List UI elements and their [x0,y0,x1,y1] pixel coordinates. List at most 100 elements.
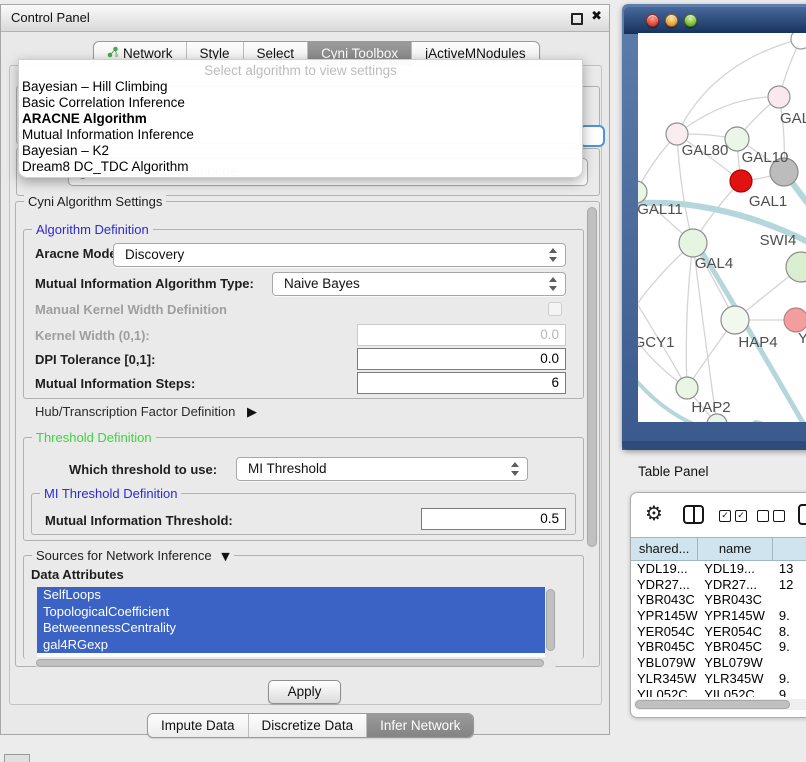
dropdown-item[interactable]: ARACNE Algorithm [19,111,582,127]
dropdown-item[interactable]: Basic Correlation Inference [19,95,582,111]
list-hscrollbar-thumb[interactable] [36,659,544,667]
dropdown-item[interactable]: Bayesian – K2 [19,143,582,159]
gear-icon[interactable]: ⚙ [645,501,663,525]
list-item[interactable]: TopologicalCoefficient [37,604,545,621]
table-mode-icon[interactable] [798,504,806,525]
network-node-gal10[interactable] [725,127,749,151]
table-cell: 13 [773,561,806,577]
combo-stepper-icon [549,247,558,263]
mi-steps-field[interactable]: 6 [357,372,566,394]
node-label: GAL10 [742,149,789,166]
combo-stepper-icon [549,276,558,292]
table-row[interactable]: YER054CYER054C8. [631,624,806,640]
table-row[interactable]: YDL19...YDL19...13 [631,561,806,577]
window-close-button[interactable] [646,14,659,27]
table-body: YDL19...YDL19...13YDR27...YDR27...12YBR0… [631,561,806,697]
kernel-width-field[interactable]: 0.0 [357,324,566,346]
network-node-gal11[interactable] [638,181,647,203]
table-row[interactable]: YBR045CYBR045C9. [631,639,806,655]
list-item[interactable]: BetweennessCentrality [37,620,545,637]
dropdown-item[interactable]: Bayesian – Hill Climbing [19,79,582,95]
network-node[interactable] [791,33,806,49]
list-item[interactable]: SelfLoops [37,587,545,604]
table-row[interactable]: YPR145WYPR145W9. [631,608,806,624]
table-row[interactable]: YBR043CYBR043C [631,592,806,608]
combo-stepper-icon [511,461,520,477]
apply-button[interactable]: Apply [268,680,341,704]
screen: Control Panel ✖ NetworkStyleSelectCyni T… [0,0,806,762]
manual-kernel-checkbox[interactable] [548,302,562,316]
panel-title: Control Panel [11,5,90,31]
network-edge[interactable] [638,323,687,388]
tab-impute-data[interactable]: Impute Data [148,714,248,737]
network-node-gal1[interactable] [730,170,752,192]
aracne-mode-label: Aracne Mode: [35,246,121,261]
table-cell: YPR145W [698,608,773,624]
window-minimize-button[interactable] [665,14,678,27]
tab-infer-network[interactable]: Infer Network [366,714,473,737]
table-row[interactable]: YLR345WYLR345W9. [631,671,806,687]
data-attributes-label: Data Attributes [31,567,124,582]
column-header[interactable]: name [698,538,773,560]
table-cell: 12 [773,577,806,593]
data-attributes-list[interactable]: SelfLoopsTopologicalCoefficientBetweenne… [37,587,545,657]
list-scrollbar-thumb[interactable] [546,589,555,651]
which-threshold-combo[interactable]: MI Threshold [236,457,528,481]
network-edge[interactable] [677,97,779,134]
window-zoom-button[interactable] [684,14,697,27]
node-label: SWI4 [760,232,797,249]
mi-threshold-label: Mutual Information Threshold: [45,513,233,528]
network-node-hap4[interactable] [721,306,749,334]
node-label: HAP4 [738,334,777,351]
dropdown-item[interactable]: Dream8 DC_TDC Algorithm [19,159,582,175]
table-cell: YER054C [631,624,698,640]
table-cell: YBL079W [631,655,698,671]
dpi-tolerance-field[interactable]: 0.0 [357,348,566,370]
node-label: GCY1 [638,334,674,351]
column-header[interactable] [773,538,806,560]
network-node-y[interactable] [784,308,806,332]
deselect-all-checkboxes-icon[interactable] [757,510,785,522]
column-header[interactable]: shared... [631,538,698,560]
hub-definition-expander[interactable]: Hub/Transcription Factor Definition ▶ [35,404,257,420]
network-graph[interactable]: GALGAL80GAL10GAL1GAL11SWI4GAL4GCY1HAP4YH… [638,33,806,422]
table-cell: YIL052C [698,687,773,698]
close-panel-icon[interactable]: ✖ [591,9,602,24]
table-row[interactable]: YIL052CYIL052C9 [631,687,806,698]
table-cell [773,592,806,608]
expand-arrow-icon[interactable]: ▶ [247,405,257,420]
tab-discretize-data[interactable]: Discretize Data [248,714,367,737]
group-title: Sources for Network Inference ▼ [32,548,234,564]
table-hscrollbar-thumb[interactable] [635,700,790,709]
collapse-arrow-icon[interactable]: ▼ [221,549,229,564]
table-row[interactable]: YBL079WYBL079W [631,655,806,671]
table-header-row: shared...name [631,537,806,561]
table-cell: YLR345W [631,671,698,687]
network-edge[interactable] [686,243,693,388]
settings-scrollbar-thumb[interactable] [587,207,597,547]
select-all-checkboxes-icon[interactable]: ✓✓ [719,510,747,522]
float-panel-icon[interactable] [571,13,583,25]
kernel-width-label: Kernel Width (0,1): [35,328,150,343]
list-item[interactable]: gal4RGexp [37,637,545,654]
table-cell: YDL19... [631,561,698,577]
network-canvas[interactable]: GALGAL80GAL10GAL1GAL11SWI4GAL4GCY1HAP4YH… [638,33,806,422]
table-row[interactable]: YDR27...YDR27...12 [631,577,806,593]
mi-threshold-field[interactable]: 0.5 [421,508,566,530]
network-node-gal[interactable] [768,86,790,108]
node-label: Y [798,330,806,347]
network-node-gal4[interactable] [679,229,707,257]
collapsed-panel-chip[interactable] [4,754,30,762]
mi-type-combo[interactable]: Naive Bayes [272,272,566,296]
aracne-mode-combo[interactable]: Discovery [113,243,566,267]
table-cell: YDR27... [698,577,773,593]
dropdown-item[interactable]: Mutual Information Inference [19,127,582,143]
table-cell: YDR27... [631,577,698,593]
table-cell [773,655,806,671]
network-node-swi4[interactable] [786,252,806,282]
combo-value: MI Threshold [248,458,327,480]
table-cell: YBR043C [698,592,773,608]
network-node-hap2[interactable] [676,377,698,399]
table-cell: YBL079W [698,655,773,671]
columns-icon[interactable] [683,505,704,524]
